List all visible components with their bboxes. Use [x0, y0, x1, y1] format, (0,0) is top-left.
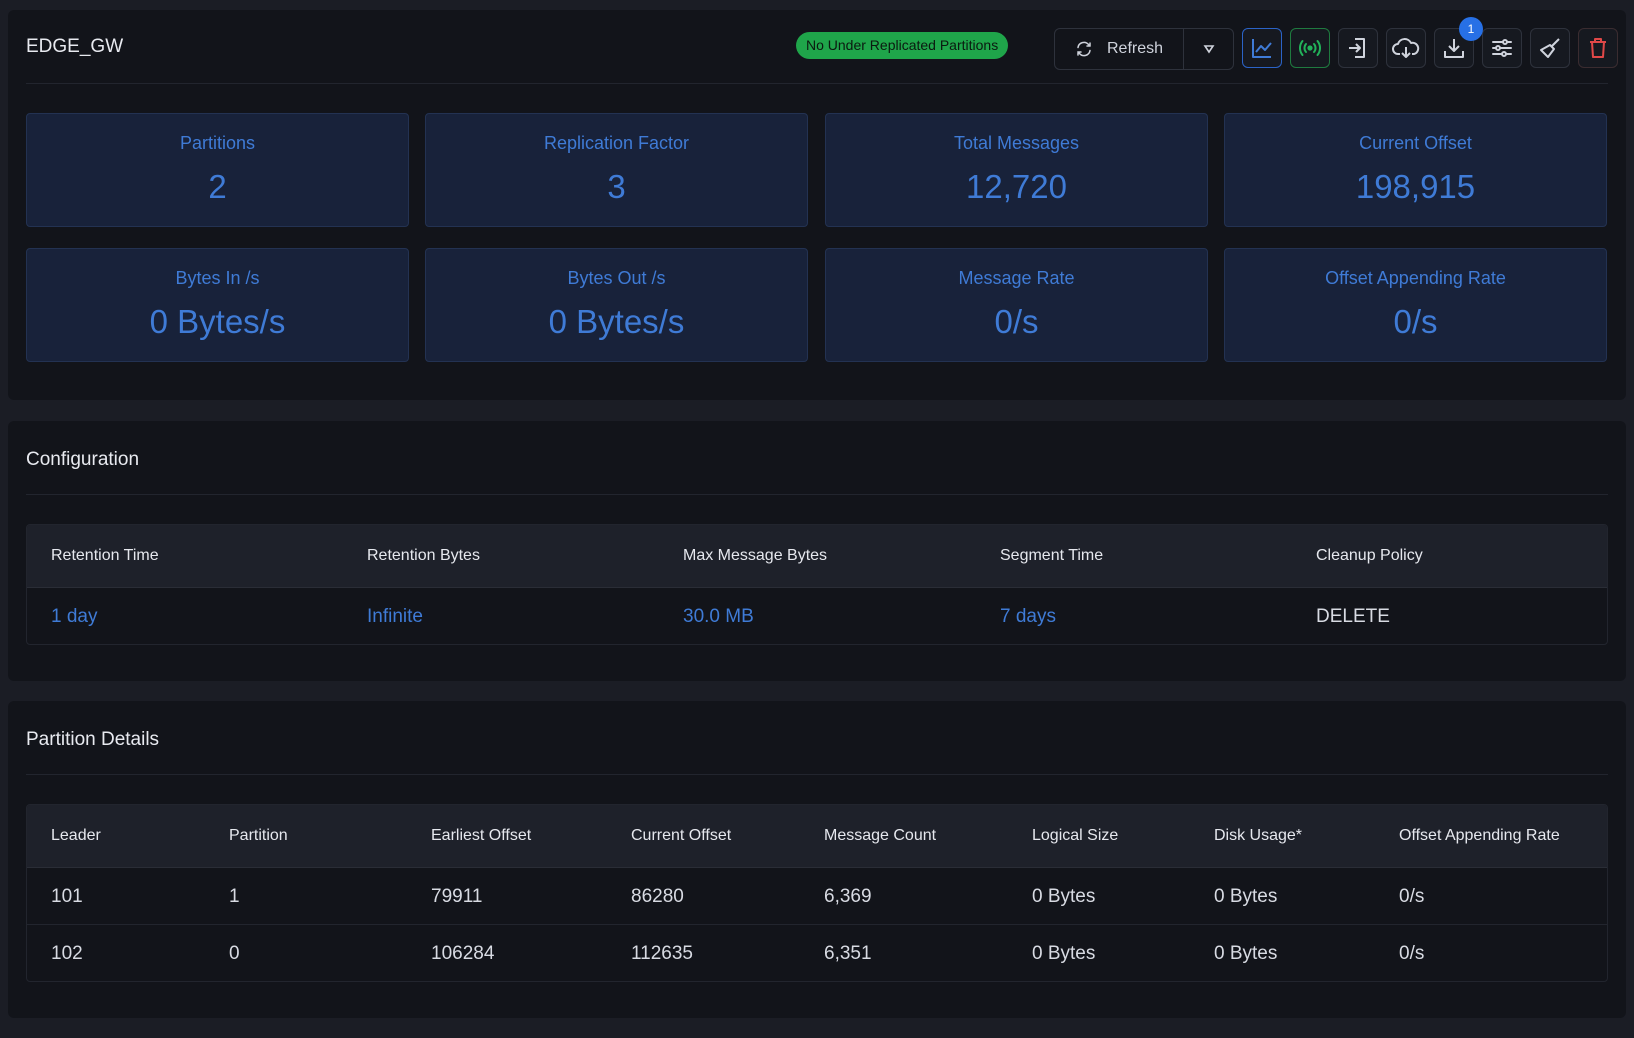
- metrics-button[interactable]: [1242, 28, 1282, 68]
- refresh-label: Refresh: [1107, 40, 1164, 57]
- topic-overview-panel: EDGE_GW No Under Replicated Partitions R…: [8, 10, 1626, 400]
- table-row: 102 0 106284 112635 6,351 0 Bytes 0 Byte…: [27, 925, 1607, 981]
- offset-appending-rate-cell: 0/s: [1399, 886, 1425, 907]
- stat-value: 0/s: [994, 303, 1039, 340]
- broadcast-icon: [1297, 36, 1323, 60]
- stat-label: Bytes Out /s: [567, 268, 666, 288]
- column-header: Earliest Offset: [431, 827, 532, 844]
- disk-usage-cell: 0 Bytes: [1214, 943, 1278, 964]
- section-title: Partition Details: [26, 729, 160, 750]
- refresh-button[interactable]: Refresh: [1055, 29, 1183, 69]
- stat-card-partitions: Partitions 2: [26, 113, 409, 227]
- stat-label: Bytes In /s: [175, 268, 260, 288]
- table-row: 101 1 79911 86280 6,369 0 Bytes 0 Bytes …: [27, 868, 1607, 925]
- message-count-cell: 6,351: [824, 943, 872, 964]
- stat-value: 0/s: [1393, 303, 1438, 340]
- cloud-download-icon: [1392, 36, 1420, 60]
- column-header: Segment Time: [1000, 547, 1104, 564]
- partition-table: Leader Partition Earliest Offset Current…: [26, 804, 1608, 982]
- column-header: Retention Time: [51, 547, 159, 564]
- stat-value: 0 Bytes/s: [149, 303, 286, 340]
- stat-value: 3: [607, 168, 626, 205]
- download-count-badge: 1: [1459, 17, 1483, 41]
- column-header: Leader: [51, 827, 101, 844]
- column-header: Current Offset: [631, 827, 732, 844]
- earliest-offset-cell: 79911: [431, 886, 483, 907]
- retention-time-value[interactable]: 1 day: [51, 606, 97, 628]
- refresh-split-button: Refresh: [1054, 28, 1234, 70]
- stat-label: Total Messages: [953, 133, 1080, 153]
- delete-button[interactable]: [1578, 28, 1618, 68]
- status-badge: No Under Replicated Partitions: [796, 32, 1009, 59]
- chevron-down-icon: [1203, 44, 1215, 54]
- sliders-icon: [1490, 36, 1514, 60]
- segment-time-value[interactable]: 7 days: [1000, 606, 1056, 628]
- stat-value: 12,720: [966, 168, 1067, 205]
- column-header: Disk Usage*: [1214, 827, 1303, 844]
- leader-cell: 102: [51, 943, 83, 964]
- stat-card-message-rate: Message Rate 0/s: [825, 248, 1208, 362]
- chart-icon: [1250, 36, 1274, 60]
- table-row: 1 day Infinite 30.0 MB 7 days DELETE: [27, 588, 1607, 644]
- section-title: Configuration: [26, 449, 140, 470]
- configuration-table: Retention Time Retention Bytes Max Messa…: [26, 524, 1608, 645]
- purge-button[interactable]: [1530, 28, 1570, 68]
- stat-value: 0 Bytes/s: [548, 303, 685, 340]
- stat-card-total-messages: Total Messages 12,720: [825, 113, 1208, 227]
- column-header: Cleanup Policy: [1316, 547, 1423, 564]
- broom-icon: [1538, 36, 1562, 60]
- column-header: Offset Appending Rate: [1399, 827, 1560, 844]
- configuration-panel: Configuration Retention Time Retention B…: [8, 421, 1626, 681]
- download-icon: [1442, 36, 1466, 60]
- disk-usage-cell: 0 Bytes: [1214, 886, 1278, 907]
- earliest-offset-cell: 106284: [431, 943, 495, 964]
- cleanup-policy-value: DELETE: [1316, 606, 1390, 627]
- logical-size-cell: 0 Bytes: [1032, 943, 1096, 964]
- max-message-bytes-value[interactable]: 30.0 MB: [683, 606, 754, 628]
- settings-button[interactable]: [1482, 28, 1522, 68]
- stat-value: 198,915: [1355, 168, 1476, 205]
- stat-card-current-offset: Current Offset 198,915: [1224, 113, 1607, 227]
- cloud-download-button[interactable]: [1386, 28, 1426, 68]
- leader-cell: 101: [51, 886, 83, 907]
- stat-label: Offset Appending Rate: [1325, 268, 1506, 288]
- trash-icon: [1586, 36, 1610, 60]
- partition-cell: 0: [229, 943, 240, 964]
- stat-card-replication-factor: Replication Factor 3: [425, 113, 808, 227]
- refresh-icon: [1075, 40, 1093, 58]
- stat-card-bytes-out: Bytes Out /s 0 Bytes/s: [425, 248, 808, 362]
- refresh-options-dropdown[interactable]: [1184, 29, 1234, 69]
- column-header: Logical Size: [1032, 827, 1119, 844]
- stat-label: Partitions: [179, 133, 256, 153]
- stat-value: 2: [208, 168, 227, 205]
- column-header: Message Count: [824, 827, 937, 844]
- topic-title: EDGE_GW: [26, 36, 124, 57]
- column-header: Partition: [229, 827, 288, 844]
- partition-cell: 1: [229, 886, 240, 907]
- current-offset-cell: 112635: [631, 943, 693, 964]
- column-header: Max Message Bytes: [683, 547, 828, 564]
- table-header: Leader Partition Earliest Offset Current…: [27, 805, 1607, 868]
- import-button[interactable]: [1338, 28, 1378, 68]
- live-stream-button[interactable]: [1290, 28, 1330, 68]
- stat-card-offset-appending-rate: Offset Appending Rate 0/s: [1224, 248, 1607, 362]
- offset-appending-rate-cell: 0/s: [1399, 943, 1425, 964]
- topic-header: EDGE_GW No Under Replicated Partitions R…: [26, 10, 1618, 84]
- current-offset-cell: 86280: [631, 886, 684, 907]
- logical-size-cell: 0 Bytes: [1032, 886, 1096, 907]
- table-header: Retention Time Retention Bytes Max Messa…: [27, 525, 1607, 588]
- partition-details-panel: Partition Details Leader Partition Earli…: [8, 701, 1626, 1018]
- import-icon: [1346, 36, 1370, 60]
- stat-card-bytes-in: Bytes In /s 0 Bytes/s: [26, 248, 409, 362]
- retention-bytes-value[interactable]: Infinite: [367, 606, 423, 628]
- stat-label: Replication Factor: [543, 133, 690, 153]
- column-header: Retention Bytes: [367, 547, 480, 564]
- stat-label: Current Offset: [1359, 133, 1472, 153]
- stat-label: Message Rate: [958, 268, 1075, 288]
- message-count-cell: 6,369: [824, 886, 872, 907]
